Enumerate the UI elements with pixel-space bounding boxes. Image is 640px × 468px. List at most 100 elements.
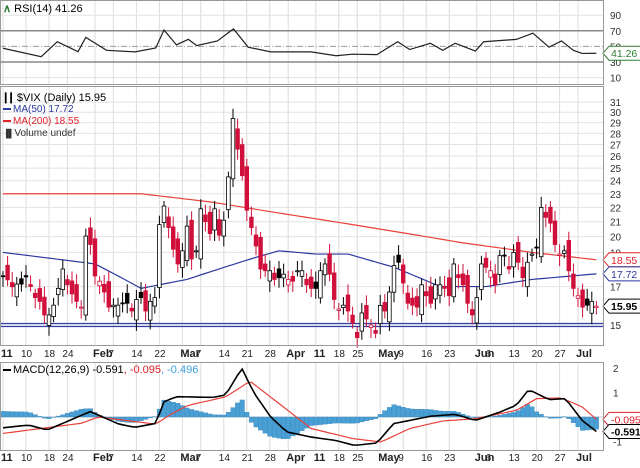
macd-histogram-bar xyxy=(189,409,195,418)
candle-body xyxy=(28,284,33,287)
rsi-line xyxy=(2,28,597,58)
date-tick-label: 11 xyxy=(1,452,13,464)
candle-body xyxy=(295,270,300,273)
candle-body xyxy=(322,263,328,276)
candle-body xyxy=(479,263,484,290)
candle-body xyxy=(161,205,167,224)
candle-body xyxy=(0,275,6,278)
macd-histogram-bar xyxy=(368,416,374,420)
date-tick-label: 18 xyxy=(44,453,56,464)
macd-histogram-bar xyxy=(143,416,149,420)
candle-body xyxy=(543,211,548,218)
candle-body xyxy=(428,286,433,304)
price-last-label: 15.95 xyxy=(611,301,637,313)
date-tick-label: 25 xyxy=(352,453,364,464)
macd-histogram-bar xyxy=(276,416,282,439)
date-tick-label: 7 xyxy=(108,453,114,464)
candle-body xyxy=(327,253,332,275)
date-tick-label: 16 xyxy=(421,453,433,464)
candle-body xyxy=(474,297,479,324)
candle-body xyxy=(589,300,594,314)
price-tick-label: 29 xyxy=(610,119,622,130)
candle-body xyxy=(5,264,10,281)
macd-histogram-bar xyxy=(239,399,245,418)
candle-body xyxy=(497,255,502,275)
macd-histogram-bar xyxy=(469,416,475,418)
candle-body xyxy=(539,207,544,258)
candle-body xyxy=(51,304,56,317)
date-tick-label: 16 xyxy=(421,349,433,360)
price-tick-label: 21 xyxy=(610,218,622,229)
macd-histogram-bar xyxy=(391,404,397,418)
price-tick-label: 23 xyxy=(610,190,622,201)
date-tick-label: 20 xyxy=(532,453,544,464)
macd-label-signal: -0.095 xyxy=(129,364,162,376)
price-tick-label: 15 xyxy=(610,321,622,332)
candle-body xyxy=(405,292,410,304)
candle-body xyxy=(562,250,567,254)
macd-swatch-icon xyxy=(3,369,11,372)
macd-histogram-bar xyxy=(207,413,213,418)
candle-body xyxy=(423,291,429,297)
candle-body xyxy=(446,277,452,297)
candle-body xyxy=(442,286,447,289)
candle-body xyxy=(198,208,203,260)
candle-body xyxy=(506,266,512,270)
candle-body xyxy=(345,294,351,312)
candle-body xyxy=(520,266,525,279)
candle-body xyxy=(92,238,98,277)
macd-histogram-bar xyxy=(18,411,24,418)
candle-body xyxy=(249,216,254,229)
macd-histogram-bar xyxy=(377,414,383,418)
macd-histogram-bar xyxy=(340,416,346,424)
macd-histogram-bar xyxy=(147,416,153,419)
macd-histogram-bar xyxy=(267,416,273,437)
macd-histogram-bar xyxy=(46,416,52,419)
macd-tick-label: 2 xyxy=(613,364,619,375)
macd-legend: MACD(12,26,9) -0.591, -0.095, -0.496 xyxy=(3,364,198,376)
candle-body xyxy=(272,272,277,280)
ma50-label: MA(50) 17.72 xyxy=(13,104,74,115)
macd-histogram-bar xyxy=(575,416,581,427)
candle-body xyxy=(74,284,79,302)
candle-body xyxy=(387,291,392,323)
macd-histogram-bar xyxy=(442,411,448,418)
candle-body xyxy=(281,273,286,279)
price-tick-label: 25 xyxy=(610,164,622,175)
candle-body xyxy=(502,254,507,257)
rsi-last-label: 41.26 xyxy=(611,48,637,60)
candle-body xyxy=(166,216,171,229)
candle-body xyxy=(354,332,360,338)
price-tick-label: 28 xyxy=(610,129,622,140)
price-tick-label: 24 xyxy=(610,177,622,188)
candle-body xyxy=(276,268,282,279)
vix-chart: 9070503010313029282726252423222120191715… xyxy=(0,0,640,464)
date-tick-label: 28 xyxy=(265,453,277,464)
candle-body xyxy=(396,254,401,263)
macd-histogram-bar xyxy=(258,416,264,431)
candle-body xyxy=(350,314,355,324)
candle-body xyxy=(212,208,217,231)
price-last-label: 17.72 xyxy=(611,269,637,281)
candle-body xyxy=(580,289,585,308)
price-tick-label: 20 xyxy=(610,233,622,244)
date-tick-label: 10 xyxy=(21,349,33,360)
candle-body xyxy=(552,220,558,245)
candle-body xyxy=(359,312,364,332)
macd-histogram-bar xyxy=(23,411,29,418)
candle-body xyxy=(391,265,397,293)
macd-histogram-bar xyxy=(373,416,379,419)
candle-body xyxy=(258,237,263,270)
date-tick-label: 9 xyxy=(398,453,404,464)
price-tick-label: 22 xyxy=(610,203,622,214)
macd-histogram-bar xyxy=(28,412,34,418)
macd-histogram-bar xyxy=(64,413,70,418)
macd-histogram-bar xyxy=(248,416,254,423)
macd-tick-label: 1 xyxy=(613,389,619,400)
macd-histogram-bar xyxy=(221,414,227,418)
candle-body xyxy=(79,306,84,309)
macd-histogram-bar xyxy=(198,411,204,418)
candle-body xyxy=(262,263,268,272)
macd-histogram-bar xyxy=(350,416,356,424)
macd-histogram-bar xyxy=(515,410,521,418)
